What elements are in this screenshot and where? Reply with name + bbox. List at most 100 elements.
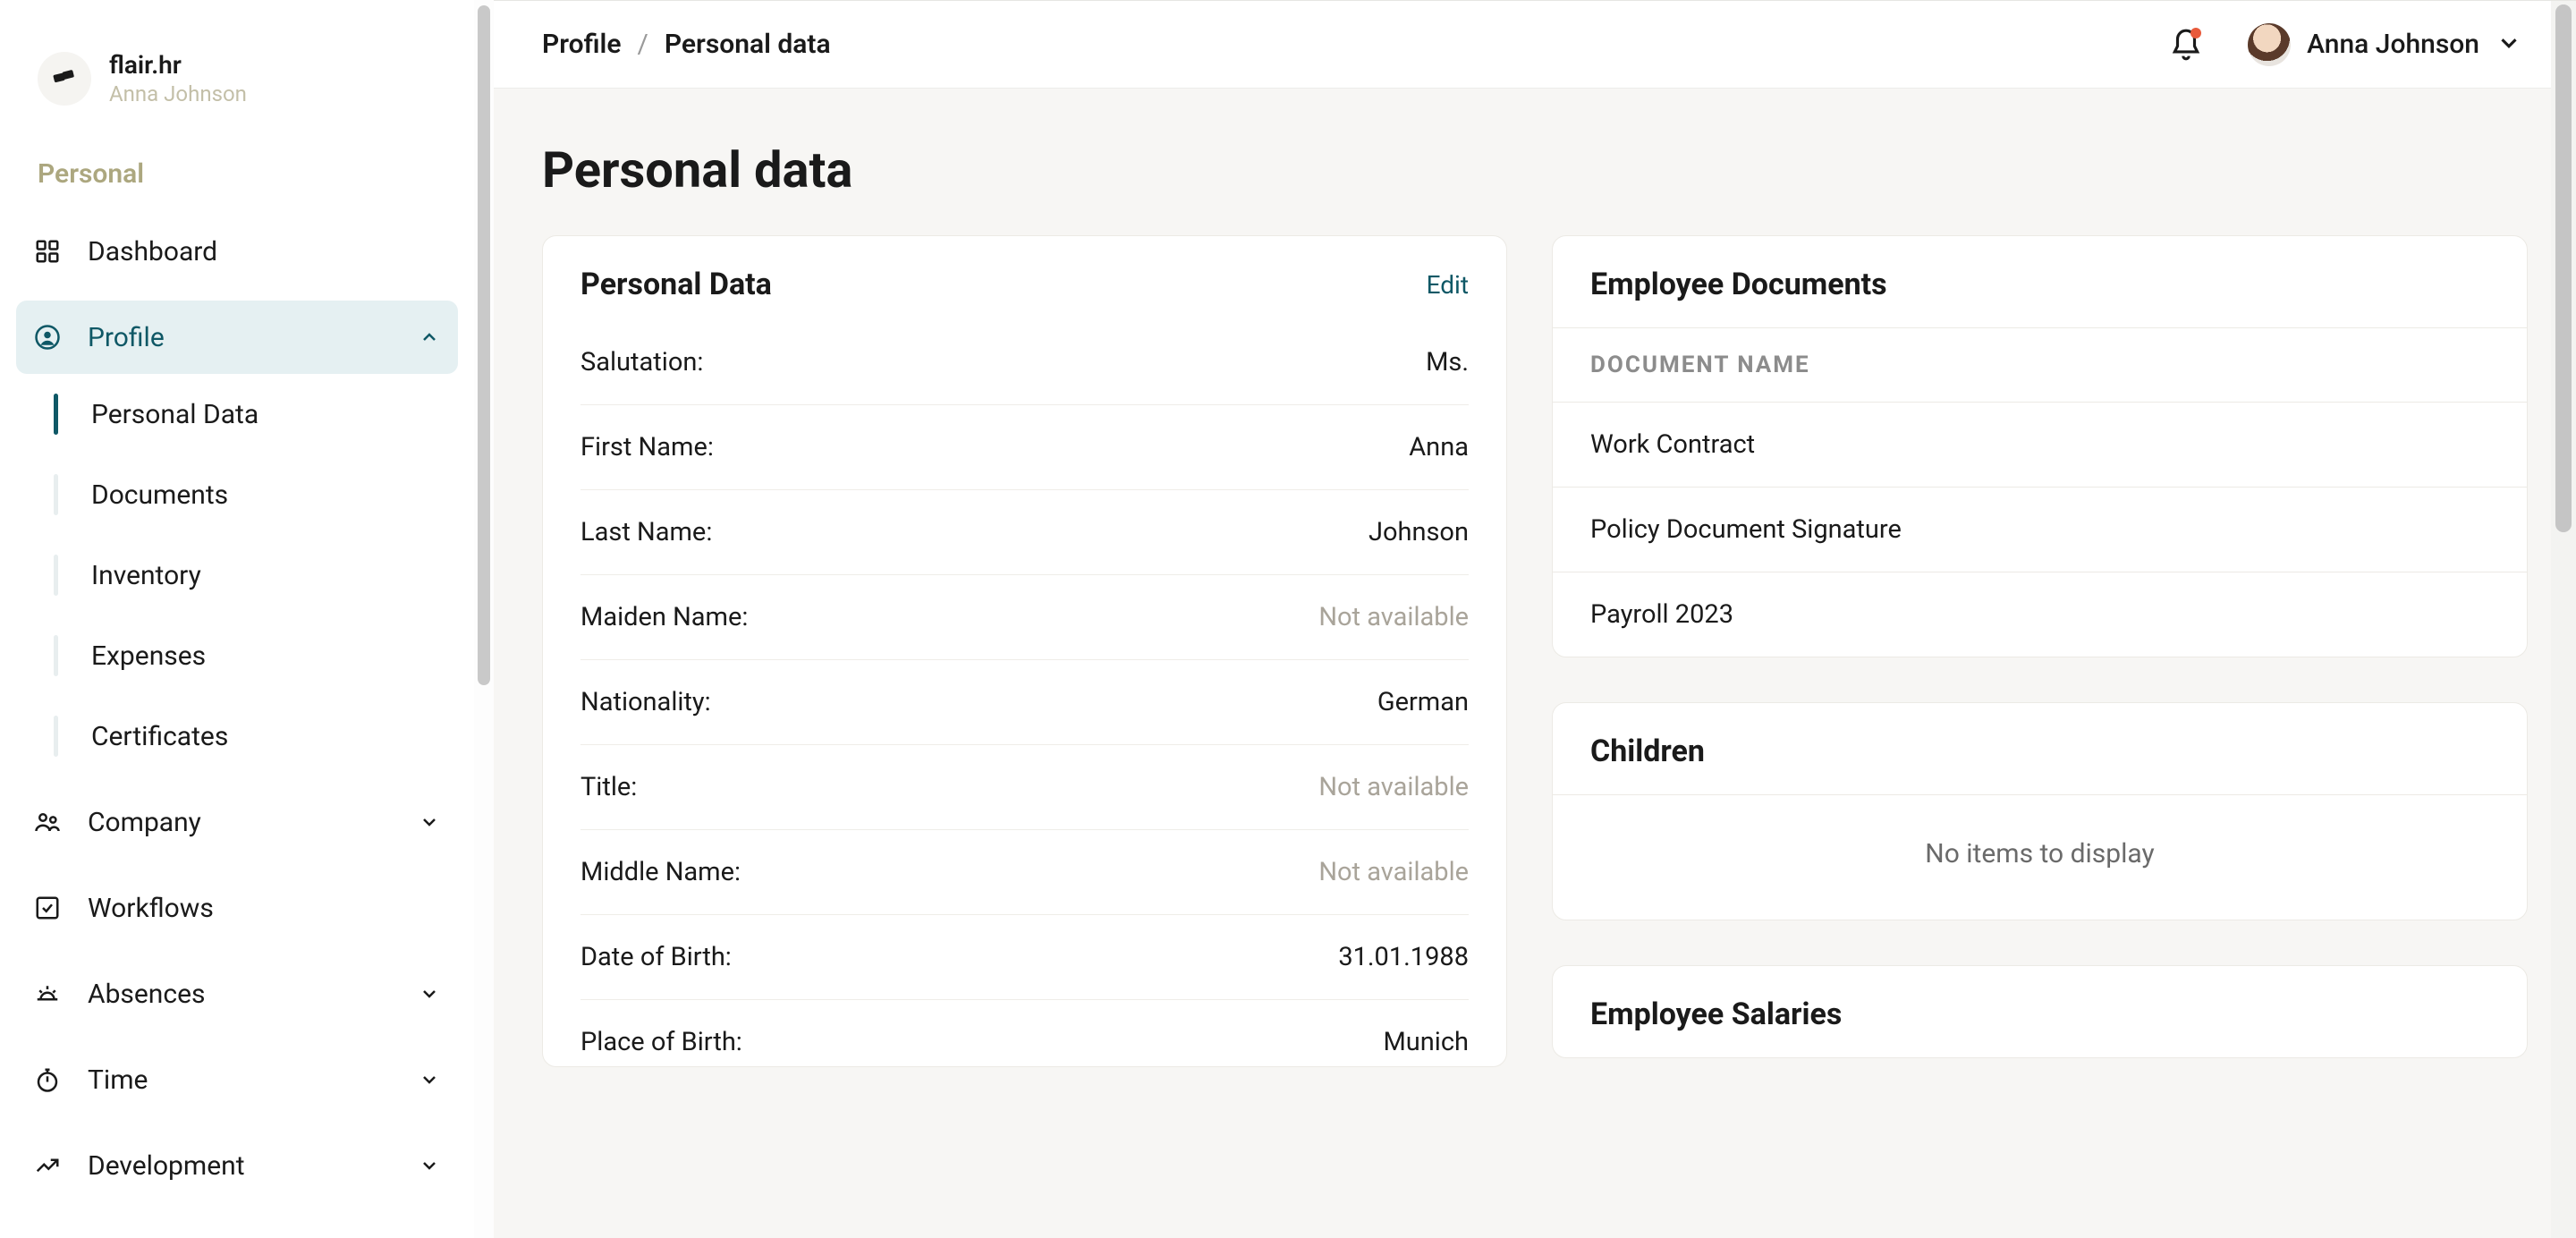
- chevron-down-icon: [417, 810, 442, 835]
- card-title: Employee Salaries: [1590, 996, 2489, 1032]
- sidebar-item-dashboard[interactable]: Dashboard: [16, 215, 458, 288]
- documents-card: Employee Documents DOCUMENT NAME Work Co…: [1552, 235, 2528, 657]
- field-value: 31.01.1988: [1338, 942, 1469, 972]
- field-row: Last Name: Johnson: [580, 490, 1469, 575]
- field-value: Johnson: [1368, 517, 1469, 547]
- empty-state-message: No items to display: [1553, 795, 2527, 920]
- notification-dot-icon: [2190, 28, 2201, 38]
- field-label: Place of Birth:: [580, 1027, 742, 1057]
- sidebar-item-label: Documents: [91, 479, 228, 511]
- sidebar-item-label: Time: [88, 1064, 148, 1096]
- field-label: Title:: [580, 772, 637, 802]
- brand-user: Anna Johnson: [109, 81, 247, 106]
- sidebar-scrollbar-thumb[interactable]: [478, 5, 490, 685]
- checkbox-icon: [32, 893, 63, 923]
- people-icon: [32, 807, 63, 837]
- notifications-button[interactable]: [2167, 26, 2205, 64]
- sidebar-subgroup-profile: Personal Data Documents Inventory Expens…: [16, 374, 458, 776]
- field-value: German: [1377, 687, 1469, 717]
- chevron-down-icon: [417, 981, 442, 1006]
- trend-icon: [32, 1150, 63, 1181]
- sidebar-item-workflows[interactable]: Workflows: [16, 871, 458, 945]
- field-row: Salutation: Ms.: [580, 320, 1469, 405]
- chevron-down-icon: [417, 1067, 442, 1092]
- breadcrumb: Profile / Personal data: [542, 29, 831, 60]
- sidebar-item-label: Inventory: [91, 560, 201, 591]
- sidebar-item-label: Absences: [88, 979, 205, 1010]
- card-title: Personal Data: [580, 267, 772, 302]
- sidebar-section-label: Personal: [16, 142, 458, 215]
- sidebar-subitem-inventory[interactable]: Inventory: [47, 535, 458, 615]
- document-row[interactable]: Work Contract: [1553, 403, 2527, 488]
- sidebar-item-label: Company: [88, 807, 201, 838]
- brand-block[interactable]: flair.hr Anna Johnson: [16, 50, 458, 142]
- user-menu[interactable]: Anna Johnson: [2248, 23, 2522, 66]
- field-label: Maiden Name:: [580, 602, 748, 632]
- field-row: Title: Not available: [580, 745, 1469, 830]
- field-value: Anna: [1409, 432, 1469, 462]
- sidebar-subitem-personal-data[interactable]: Personal Data: [47, 374, 458, 454]
- field-label: Date of Birth:: [580, 942, 732, 972]
- sidebar-item-label: Workflows: [88, 893, 214, 924]
- field-value: Not available: [1318, 602, 1469, 632]
- field-value: Not available: [1318, 857, 1469, 887]
- sidebar-scrollbar[interactable]: [474, 0, 494, 1238]
- sidebar-subitem-documents[interactable]: Documents: [47, 454, 458, 535]
- sidebar-subitem-certificates[interactable]: Certificates: [47, 696, 458, 776]
- edit-button[interactable]: Edit: [1427, 270, 1469, 300]
- field-label: Nationality:: [580, 687, 711, 717]
- field-row: Maiden Name: Not available: [580, 575, 1469, 660]
- card-title: Children: [1590, 733, 2489, 769]
- sidebar-item-development[interactable]: Development: [16, 1129, 458, 1202]
- field-row: Date of Birth: 31.01.1988: [580, 915, 1469, 1000]
- brand-name: flair.hr: [109, 50, 247, 80]
- sidebar-item-profile[interactable]: Profile: [16, 301, 458, 374]
- brand-logo: [38, 52, 91, 106]
- page-scrollbar[interactable]: [2551, 1, 2576, 1238]
- sidebar-item-label: Expenses: [91, 640, 206, 672]
- field-label: Salutation:: [580, 347, 703, 377]
- sidebar: flair.hr Anna Johnson Personal Dashboard…: [0, 0, 474, 1238]
- field-label: Middle Name:: [580, 857, 741, 887]
- children-card: Children No items to display: [1552, 702, 2528, 920]
- field-row: Middle Name: Not available: [580, 830, 1469, 915]
- sidebar-subitem-expenses[interactable]: Expenses: [47, 615, 458, 696]
- breadcrumb-root[interactable]: Profile: [542, 29, 621, 60]
- logo-icon: [49, 62, 80, 96]
- sidebar-item-label: Certificates: [91, 721, 228, 752]
- avatar: [2248, 23, 2291, 66]
- salaries-card: Employee Salaries: [1552, 965, 2528, 1058]
- user-name: Anna Johnson: [2307, 29, 2479, 60]
- sidebar-item-label: Development: [88, 1150, 245, 1182]
- chevron-down-icon: [2496, 30, 2522, 60]
- documents-column-header: DOCUMENT NAME: [1553, 328, 2527, 403]
- chevron-up-icon: [417, 325, 442, 350]
- chevron-down-icon: [417, 1153, 442, 1178]
- sidebar-item-time[interactable]: Time: [16, 1043, 458, 1116]
- document-row[interactable]: Policy Document Signature: [1553, 488, 2527, 572]
- personal-data-card: Personal Data Edit Salutation: Ms. First…: [542, 235, 1507, 1067]
- card-title: Employee Documents: [1590, 267, 2489, 302]
- sidebar-item-label: Dashboard: [88, 236, 217, 267]
- sidebar-item-label: Profile: [88, 322, 165, 353]
- stopwatch-icon: [32, 1064, 63, 1095]
- sidebar-item-label: Personal Data: [91, 399, 258, 430]
- page-scrollbar-thumb[interactable]: [2555, 4, 2572, 532]
- sidebar-item-absences[interactable]: Absences: [16, 957, 458, 1030]
- page-title: Personal data: [542, 140, 2528, 199]
- main-area: Profile / Personal data Anna Johnson Per…: [494, 0, 2576, 1238]
- breadcrumb-current: Personal data: [665, 29, 831, 60]
- field-row: Nationality: German: [580, 660, 1469, 745]
- field-row: Place of Birth: Munich: [580, 1000, 1469, 1066]
- field-value: Not available: [1318, 772, 1469, 802]
- breadcrumb-separator: /: [637, 29, 648, 60]
- user-circle-icon: [32, 322, 63, 352]
- topbar: Profile / Personal data Anna Johnson: [494, 1, 2576, 89]
- field-value: Munich: [1383, 1027, 1469, 1057]
- sun-icon: [32, 979, 63, 1009]
- field-label: Last Name:: [580, 517, 712, 547]
- document-row[interactable]: Payroll 2023: [1553, 572, 2527, 657]
- field-label: First Name:: [580, 432, 714, 462]
- sidebar-item-company[interactable]: Company: [16, 785, 458, 859]
- grid-icon: [32, 236, 63, 267]
